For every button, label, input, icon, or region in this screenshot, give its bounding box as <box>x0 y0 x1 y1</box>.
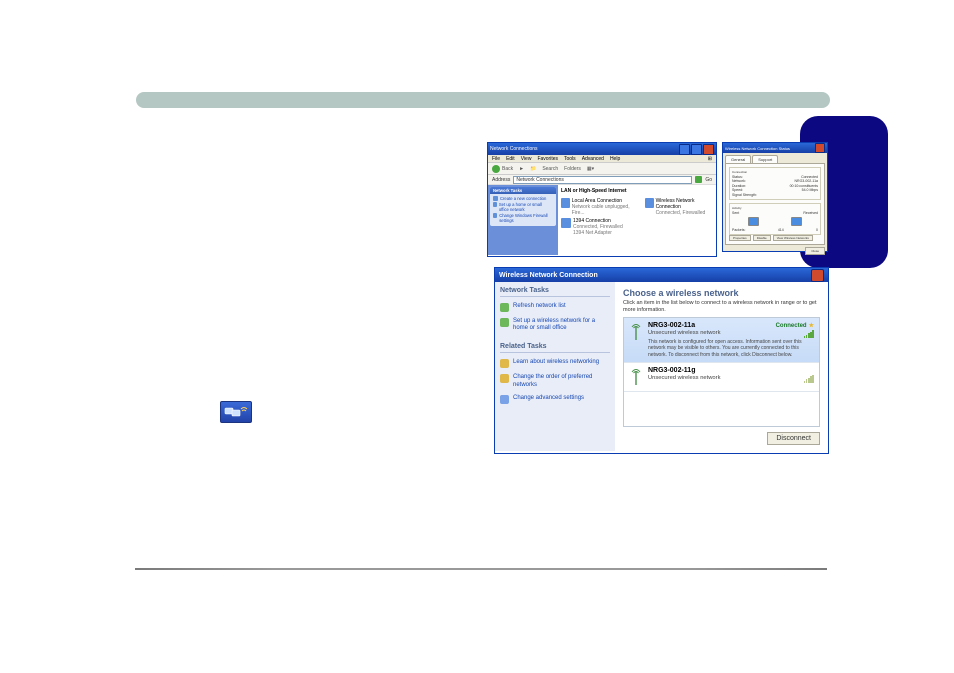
lan-icon <box>561 198 570 208</box>
footer-rule <box>135 568 827 570</box>
refresh-network-list[interactable]: Refresh network list <box>500 303 610 312</box>
menu-bar[interactable]: File Edit View Favorites Tools Advanced … <box>488 155 716 162</box>
views-button[interactable]: ▦▾ <box>587 166 594 172</box>
change-order[interactable]: Change the order of preferred networks <box>500 374 610 388</box>
group-heading: LAN or High-Speed Internet <box>561 188 713 194</box>
star-icon: ★ <box>809 322 814 329</box>
group-label: Connection <box>732 170 818 174</box>
close-button[interactable] <box>811 269 824 282</box>
activity-group: Activity SentReceived Packets:4140 <box>729 203 821 235</box>
order-icon <box>500 374 509 383</box>
tab-row: General Support <box>725 155 825 163</box>
antenna-icon <box>629 322 643 358</box>
minimize-button[interactable] <box>679 144 690 155</box>
address-label: Address <box>492 177 510 183</box>
close-dialog-button[interactable]: Close <box>805 247 825 255</box>
side-pane: Network Tasks Refresh network list Set u… <box>495 282 615 451</box>
taskbar-wireless-icon[interactable] <box>220 401 252 423</box>
refresh-icon <box>500 303 509 312</box>
back-button[interactable]: Back <box>492 165 513 173</box>
menu-file[interactable]: File <box>492 156 500 162</box>
maximize-button[interactable] <box>691 144 702 155</box>
menu-advanced[interactable]: Advanced <box>582 156 604 162</box>
side-heading-related-tasks: Related Tasks <box>500 343 610 353</box>
signal-bars-icon <box>804 330 814 338</box>
disconnect-button[interactable]: Disconnect <box>767 432 820 445</box>
side-heading-network-tasks: Network Tasks <box>500 287 610 297</box>
tab-support[interactable]: Support <box>752 155 778 163</box>
address-bar: Address Network Connections Go <box>488 175 716 185</box>
general-pane: Connection Status:Connected Network:NRG3… <box>725 163 825 245</box>
network-item[interactable]: NRG3-002-11g Unsecured wireless network <box>624 363 819 392</box>
network-list: NRG3-002-11a Connected ★ Unsecured wirel… <box>623 317 820 427</box>
help-icon <box>500 359 509 368</box>
wireless-icon <box>645 198 654 208</box>
menu-edit[interactable]: Edit <box>506 156 515 162</box>
toolbar: Back ► 📁 Search Folders ▦▾ <box>488 162 716 175</box>
main-sub: Click an item in the list below to conne… <box>623 300 820 313</box>
task-firewall-settings[interactable]: Change Windows Firewall settings <box>493 213 553 223</box>
titlebar[interactable]: Wireless Network Connection <box>495 268 828 282</box>
titlebar[interactable]: Wireless Network Connection Status <box>723 143 827 153</box>
titlebar[interactable]: Network Connections <box>488 143 716 155</box>
connections-list: LAN or High-Speed Internet Local Area Co… <box>558 185 716 255</box>
network-item-selected[interactable]: NRG3-002-11a Connected ★ Unsecured wirel… <box>624 318 819 363</box>
signal-bars-icon <box>804 375 814 383</box>
monitor-recv-icon <box>791 217 802 226</box>
monitor-sent-icon <box>748 217 759 226</box>
choose-wireless-network-window: Wireless Network Connection Network Task… <box>494 267 829 454</box>
tab-general[interactable]: General <box>725 155 751 163</box>
window-title: Wireless Network Connection <box>499 272 598 279</box>
windows-flag-icon: ⊞ <box>708 156 712 162</box>
setup-icon <box>500 318 509 327</box>
forward-button[interactable]: ► <box>519 166 524 172</box>
connection-item[interactable]: Wireless Network ConnectionConnected, Fi… <box>645 198 713 216</box>
setup-wireless-network[interactable]: Set up a wireless network for a home or … <box>500 318 610 332</box>
menu-view[interactable]: View <box>521 156 532 162</box>
settings-icon <box>500 395 509 404</box>
search-button[interactable]: Search <box>542 166 558 172</box>
menu-tools[interactable]: Tools <box>564 156 576 162</box>
header-pill <box>136 92 830 108</box>
two-monitors-wifi-icon <box>224 405 248 419</box>
change-advanced[interactable]: Change advanced settings <box>500 395 610 404</box>
menu-favorites[interactable]: Favorites <box>537 156 558 162</box>
task-create-connection[interactable]: Create a new connection <box>493 196 553 201</box>
main-heading: Choose a wireless network <box>623 288 820 298</box>
net-description: This network is configured for open acce… <box>648 339 814 358</box>
go-label: Go <box>705 177 712 183</box>
group-label: Activity <box>732 206 818 210</box>
task-setup-network[interactable]: Set up a home or small office network <box>493 202 553 212</box>
address-field[interactable]: Network Connections <box>513 176 692 184</box>
antenna-icon <box>629 367 643 387</box>
learn-wireless[interactable]: Learn about wireless networking <box>500 359 610 368</box>
view-wireless-button[interactable]: View Wireless Networks <box>773 235 813 241</box>
connection-item[interactable]: 1394 ConnectionConnected, Firewalled1394… <box>561 218 635 236</box>
disable-button[interactable]: Disable <box>753 235 771 241</box>
connection-item[interactable]: Local Area ConnectionNetwork cable unplu… <box>561 198 635 216</box>
go-button[interactable] <box>695 176 702 183</box>
close-button[interactable] <box>815 143 825 153</box>
folders-button[interactable]: Folders <box>564 166 581 172</box>
ssid: NRG3-002-11g <box>648 367 695 374</box>
window-title: Wireless Network Connection Status <box>725 146 790 151</box>
network-connections-window: Network Connections File Edit View Favor… <box>487 142 717 257</box>
tasks-pane: Network Tasks Create a new connection Se… <box>488 185 558 255</box>
connection-status-dialog: Wireless Network Connection Status Gener… <box>722 142 828 252</box>
close-button[interactable] <box>703 144 714 155</box>
window-title: Network Connections <box>490 146 538 152</box>
ssid: NRG3-002-11a <box>648 322 695 329</box>
panel-heading: Network Tasks <box>490 187 556 194</box>
firewire-icon <box>561 218 571 228</box>
properties-button[interactable]: Properties <box>729 235 751 241</box>
menu-help[interactable]: Help <box>610 156 620 162</box>
connection-group: Connection Status:Connected Network:NRG3… <box>729 167 821 200</box>
up-button[interactable]: 📁 <box>530 166 536 172</box>
